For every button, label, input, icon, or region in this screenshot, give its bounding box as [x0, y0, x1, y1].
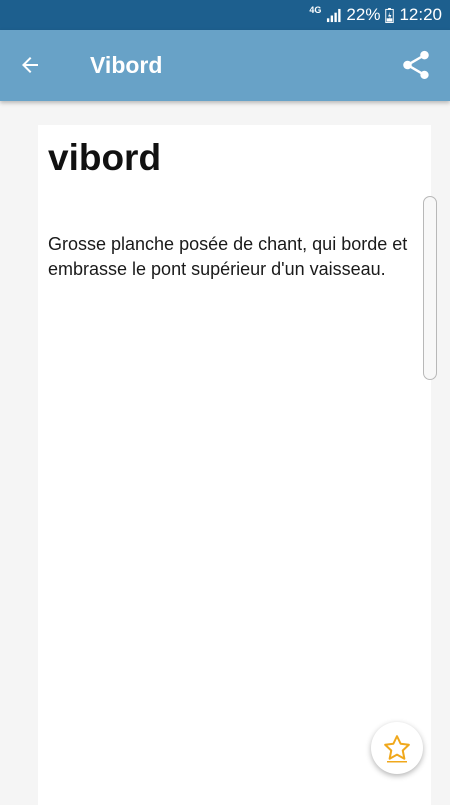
network-type: 4G — [309, 5, 322, 15]
share-button[interactable] — [396, 45, 436, 85]
signal-icon — [327, 8, 341, 22]
star-outline-icon — [384, 735, 410, 763]
app-toolbar: Vibord — [0, 30, 450, 101]
battery-percent: 22% — [346, 5, 381, 24]
edge-panel-handle[interactable] — [423, 196, 437, 380]
share-icon — [403, 50, 429, 80]
back-button[interactable] — [10, 45, 50, 85]
clock: 12:20 — [399, 5, 442, 24]
battery-icon — [385, 7, 395, 23]
definition-card: vibord Grosse planche posée de chant, qu… — [38, 125, 437, 805]
status-bar: 4G 22% 12:20 — [0, 0, 450, 30]
word-title: vibord — [48, 137, 162, 178]
status-indicators: 4G 22% 12:20 — [309, 0, 442, 30]
favorite-button[interactable] — [371, 722, 423, 774]
content-area: vibord Grosse planche posée de chant, qu… — [0, 101, 450, 805]
definition-text: Grosse planche posée de chant, qui borde… — [48, 234, 408, 279]
page-title: Vibord — [90, 52, 163, 78]
arrow-left-icon — [22, 57, 38, 73]
